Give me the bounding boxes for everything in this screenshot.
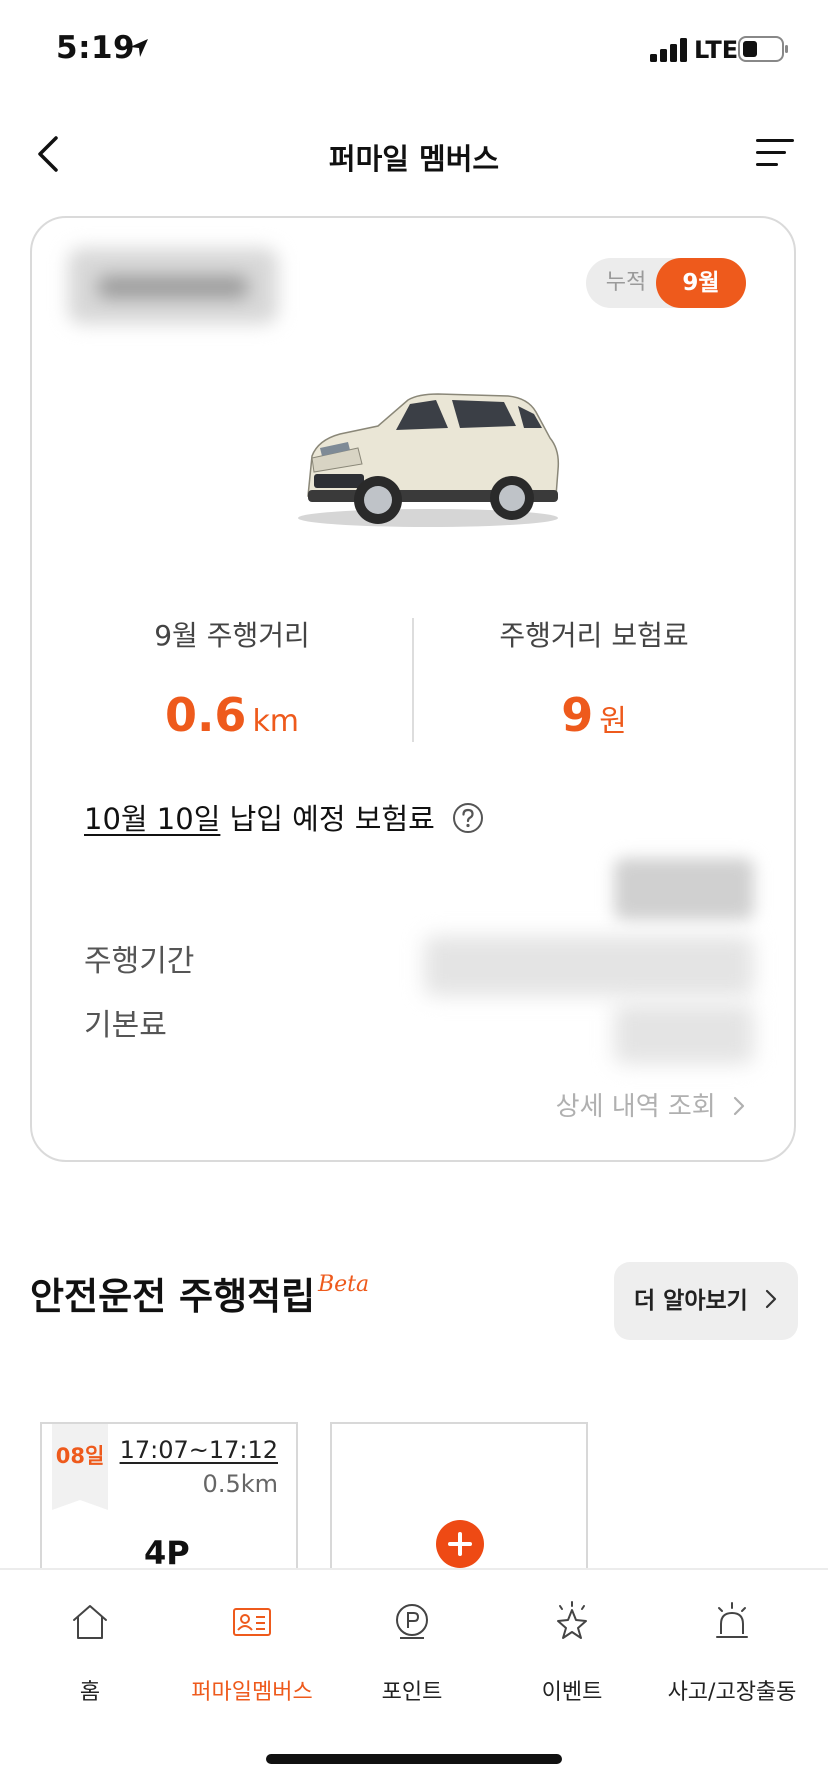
premium-unit: 원 [599, 704, 627, 739]
tab-points[interactable]: 포인트 [332, 1600, 492, 1720]
trip-day: 08일 [55, 1444, 105, 1468]
battery-icon [738, 36, 788, 62]
bottom-tab-bar: 홈 퍼마일멤버스 포인트 이벤트 사고/고장출동 [0, 1568, 828, 1792]
add-trip-card[interactable] [330, 1422, 588, 1582]
toggle-month[interactable]: 9월 [656, 258, 746, 308]
signal-icon [650, 38, 687, 62]
distance-unit: km [252, 704, 300, 739]
tab-permile-members[interactable]: 퍼마일멤버스 [172, 1600, 332, 1720]
driving-period-label: 주행기간 [84, 944, 195, 979]
page-title: 퍼마일 멤버스 [328, 142, 500, 176]
toggle-cumulative[interactable]: 누적 [586, 258, 666, 308]
distance-value: 0.6 [164, 688, 247, 742]
monthly-distance-stat: 9월 주행거리 0.6 km [72, 614, 392, 742]
stat-divider [412, 618, 414, 742]
home-indicator [266, 1754, 562, 1764]
due-premium-row: 10월 10일 납입 예정 보험료 [84, 796, 484, 838]
detail-link-label: 상세 내역 조회 [555, 1092, 716, 1122]
add-trip-button[interactable] [436, 1520, 484, 1568]
plus-icon [448, 1532, 472, 1556]
trip-time: 17:07~17:12 [119, 1436, 278, 1464]
star-icon [557, 1601, 587, 1639]
network-label: LTE [694, 36, 739, 64]
day-ribbon: 08일 [52, 1424, 108, 1510]
tab-emergency-dispatch-label: 사고/고장출동 [667, 1680, 797, 1705]
status-bar: 5:19 LTE [0, 0, 828, 100]
basic-fee-redacted [614, 1004, 754, 1064]
tab-emergency-dispatch[interactable]: 사고/고장출동 [652, 1600, 812, 1720]
navigation-bar: 퍼마일 멤버스 [0, 118, 828, 190]
siren-icon [716, 1602, 748, 1638]
learn-more-button[interactable]: 더 알아보기 [614, 1262, 798, 1340]
basic-fee-label: 기본료 [84, 1008, 167, 1043]
detail-history-link[interactable]: 상세 내역 조회 [556, 1086, 746, 1123]
ribbon-notch [52, 1496, 108, 1510]
home-icon [73, 1605, 107, 1639]
tab-home-label: 홈 [79, 1680, 101, 1705]
beta-tag: Beta [318, 1272, 370, 1297]
learn-more-label: 더 알아보기 [634, 1288, 748, 1314]
member-card-icon [233, 1608, 271, 1636]
tab-events-label: 이벤트 [541, 1680, 603, 1705]
premium-value: 9 [561, 688, 594, 742]
chevron-right-icon [765, 1289, 777, 1309]
due-text: 납입 예정 보험료 [220, 802, 435, 836]
tab-permile-members-label: 퍼마일멤버스 [191, 1680, 313, 1705]
help-icon[interactable] [452, 802, 484, 834]
point-icon [396, 1604, 428, 1639]
trip-card[interactable]: 08일 17:07~17:12 0.5km 4P [40, 1422, 298, 1582]
safe-driving-title: 안전운전 주행적립 [30, 1275, 316, 1318]
chevron-right-icon [733, 1096, 745, 1115]
trip-distance: 0.5km [202, 1470, 278, 1498]
menu-button[interactable] [756, 136, 796, 170]
status-time: 5:19 [56, 30, 136, 66]
due-amount-redacted [614, 858, 754, 920]
premium-label: 주행거리 보험료 [499, 619, 689, 652]
tab-points-label: 포인트 [381, 1680, 443, 1705]
tab-home[interactable]: 홈 [10, 1600, 170, 1720]
tab-events[interactable]: 이벤트 [492, 1600, 652, 1720]
location-arrow-icon [130, 39, 148, 57]
trip-points: 4P [144, 1534, 190, 1572]
distance-label: 9월 주행거리 [154, 619, 310, 652]
period-toggle[interactable]: 누적 9월 [586, 258, 746, 308]
due-date: 10월 10일 [84, 802, 221, 836]
mileage-summary-card: 누적 9월 9월 주행거리 0.6 km 주행거리 보험료 9원 10월 10일 … [30, 216, 796, 1162]
car-image [298, 393, 560, 527]
driving-period-redacted [424, 936, 754, 996]
license-plate-redacted [68, 248, 278, 324]
mileage-premium-stat: 주행거리 보험료 9원 [434, 614, 754, 742]
